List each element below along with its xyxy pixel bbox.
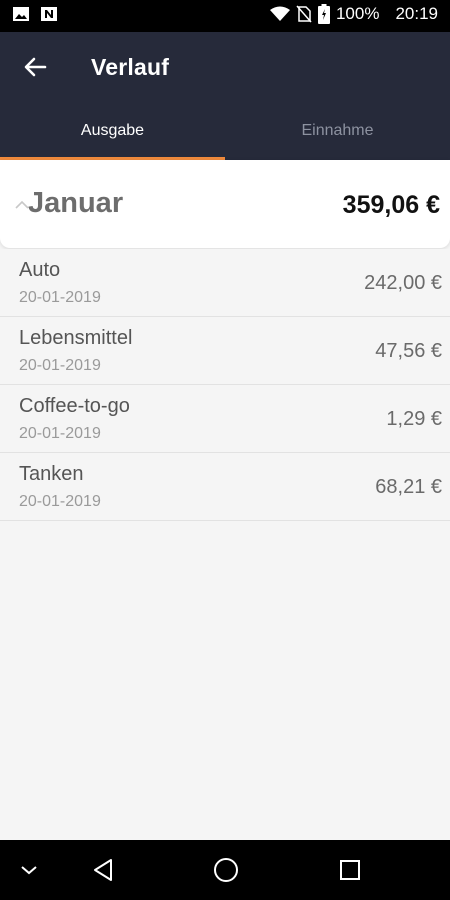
list-item[interactable]: Lebensmittel 20-01-2019 47,56 €	[0, 317, 450, 385]
recents-nav-button[interactable]	[334, 840, 366, 900]
list-item[interactable]: Auto 20-01-2019 242,00 €	[0, 249, 450, 317]
circle-home-icon	[214, 858, 238, 882]
tab-einnahme[interactable]: Einnahme	[225, 102, 450, 160]
entry-date: 20-01-2019	[19, 493, 101, 510]
status-icons-left	[12, 6, 58, 22]
app-bar: Verlauf	[0, 32, 450, 102]
hide-nav-button[interactable]	[14, 840, 44, 900]
tab-bar: Ausgabe Einnahme	[0, 102, 450, 160]
square-recents-icon	[340, 860, 360, 880]
page-title: Verlauf	[91, 54, 170, 80]
month-header[interactable]: Januar 359,06 €	[0, 160, 450, 248]
back-nav-button[interactable]	[86, 840, 120, 900]
no-sim-icon	[296, 5, 312, 23]
entry-date: 20-01-2019	[19, 357, 101, 374]
list-item[interactable]: Tanken 20-01-2019 68,21 €	[0, 453, 450, 521]
list-item[interactable]: Coffee-to-go 20-01-2019 1,29 €	[0, 385, 450, 453]
clock: 20:19	[395, 4, 438, 23]
month-total: 359,06 €	[342, 191, 440, 219]
entry-amount: 1,29 €	[386, 408, 442, 430]
battery-icon	[317, 4, 330, 24]
battery-level: 100%	[335, 4, 380, 23]
status-icons-right: 100% 20:19	[269, 4, 438, 24]
entry-date: 20-01-2019	[19, 425, 101, 442]
image-notification-icon	[13, 7, 29, 21]
month-name: Januar	[28, 187, 124, 219]
entry-name: Coffee-to-go	[19, 395, 130, 417]
back-button[interactable]	[18, 50, 52, 84]
entry-date: 20-01-2019	[19, 289, 101, 306]
entry-amount: 68,21 €	[375, 476, 442, 498]
system-nav-bar	[0, 840, 450, 900]
status-bar: 100% 20:19	[0, 0, 450, 32]
chevron-down-icon	[21, 866, 37, 875]
entry-name: Tanken	[19, 463, 84, 485]
wifi-icon	[269, 6, 290, 21]
entry-name: Auto	[19, 259, 61, 281]
n-notification-icon	[41, 7, 57, 21]
home-nav-button[interactable]	[208, 840, 244, 900]
entry-amount: 47,56 €	[375, 340, 442, 362]
arrow-left-icon	[24, 57, 47, 77]
tab-ausgabe[interactable]: Ausgabe	[0, 102, 225, 160]
triangle-back-icon	[94, 859, 112, 881]
entry-amount: 242,00 €	[364, 272, 442, 294]
entry-list: Auto 20-01-2019 242,00 € Lebensmittel 20…	[0, 249, 450, 521]
entry-name: Lebensmittel	[19, 327, 133, 349]
